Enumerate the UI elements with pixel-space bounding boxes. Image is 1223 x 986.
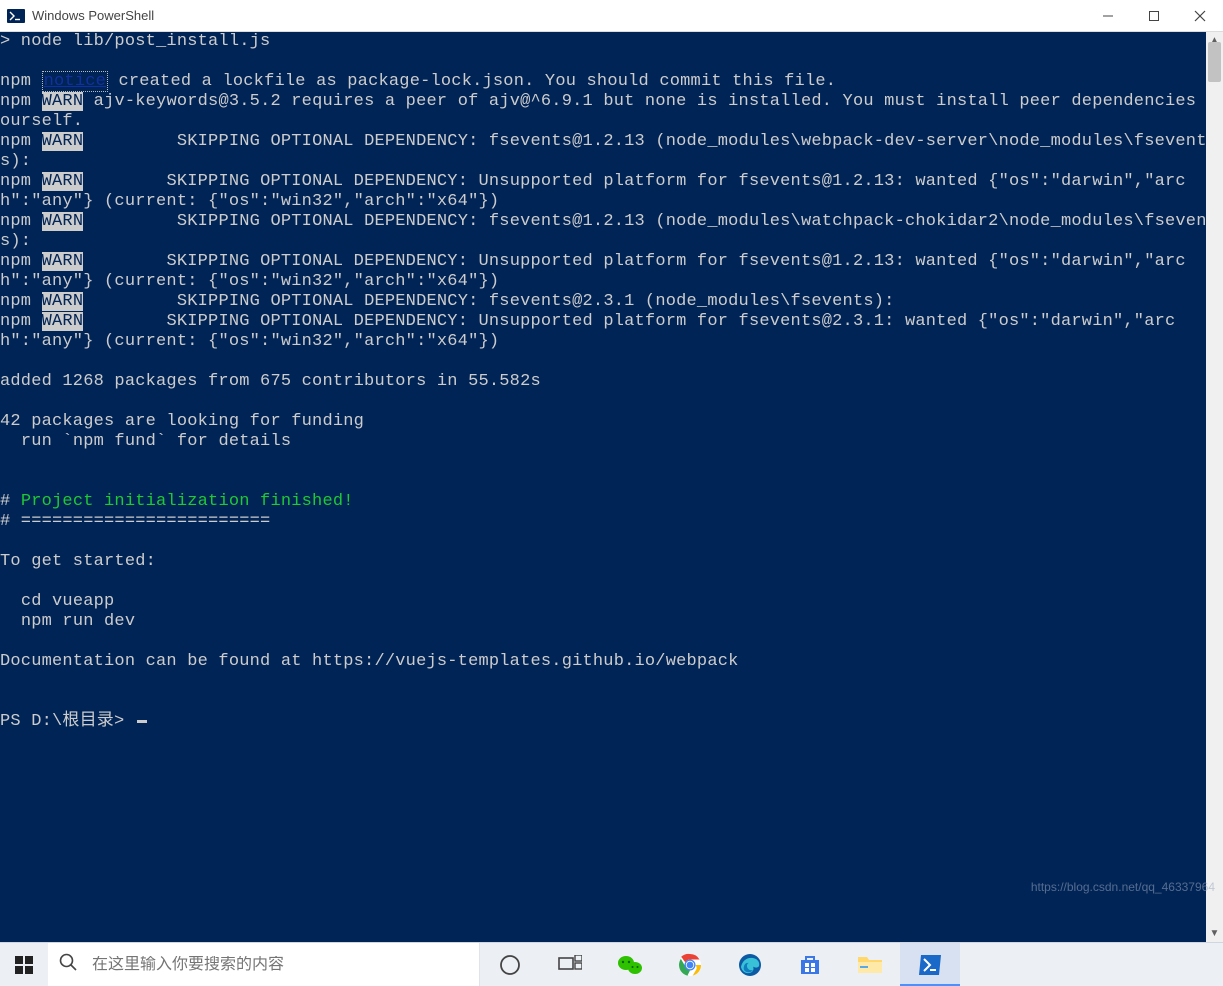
warn-tag: WARN (42, 252, 84, 271)
warn-tag: WARN (42, 312, 84, 331)
wechat-icon[interactable] (600, 943, 660, 986)
ps-prompt: PS D:\根目录> (0, 712, 135, 731)
npm-tag: npm (0, 292, 31, 311)
npm-tag: npm (0, 212, 31, 231)
terminal-output[interactable]: > node lib/post_install.js npm notice cr… (0, 32, 1223, 942)
search-icon (58, 952, 78, 977)
npm-tag: npm (0, 252, 31, 271)
npm-tag: npm (0, 72, 31, 91)
powershell-title-icon (6, 6, 26, 26)
docs-line: Documentation can be found at https://vu… (0, 652, 1223, 672)
scroll-down-arrow-icon[interactable]: ▼ (1206, 925, 1223, 942)
window-titlebar: Windows PowerShell (0, 0, 1223, 32)
minimize-button[interactable] (1085, 0, 1131, 32)
warn-tag: WARN (42, 212, 84, 231)
skip-msg: SKIPPING OPTIONAL DEPENDENCY: fsevents@1… (0, 212, 1217, 251)
ajv-msg: ajv-keywords@3.5.2 requires a peer of aj… (0, 92, 1217, 131)
window-title: Windows PowerShell (32, 8, 154, 23)
lockfile-msg: created a lockfile as package-lock.json.… (108, 72, 836, 91)
hash-line: # ======================== (0, 512, 1223, 532)
skip-msg: SKIPPING OPTIONAL DEPENDENCY: fsevents@1… (0, 132, 1207, 171)
search-input[interactable] (92, 956, 469, 974)
skip-msg: SKIPPING OPTIONAL DEPENDENCY: fsevents@2… (83, 292, 894, 311)
windows-taskbar (0, 942, 1223, 986)
start-button[interactable] (0, 943, 48, 986)
warn-tag: WARN (42, 132, 84, 151)
rundev-line: npm run dev (0, 612, 1223, 632)
notice-tag: notice (42, 71, 108, 92)
store-icon[interactable] (780, 943, 840, 986)
watermark-text: https://blog.csdn.net/qq_46337964 (1031, 880, 1215, 894)
warn-tag: WARN (42, 172, 84, 191)
powershell-taskbar-icon[interactable] (900, 943, 960, 986)
cursor (137, 720, 147, 723)
warn-tag: WARN (42, 292, 84, 311)
windows-logo-icon (15, 956, 33, 974)
chrome-icon[interactable] (660, 943, 720, 986)
project-init-msg: Project initialization finished! (21, 492, 354, 511)
funding-line: run `npm fund` for details (0, 432, 1223, 452)
command-line: > node lib/post_install.js (0, 32, 1223, 52)
added-line: added 1268 packages from 675 contributor… (0, 372, 1223, 392)
maximize-button[interactable] (1131, 0, 1177, 32)
funding-line: 42 packages are looking for funding (0, 412, 1223, 432)
npm-tag: npm (0, 132, 31, 151)
skip-msg: (current: {"os":"win32","arch":"x64"}) (94, 332, 500, 351)
warn-tag: WARN (42, 92, 84, 111)
taskbar-search[interactable] (48, 943, 480, 986)
npm-tag: npm (0, 312, 31, 331)
close-button[interactable] (1177, 0, 1223, 32)
get-started: To get started: (0, 552, 1223, 572)
hash: # (0, 492, 21, 511)
npm-tag: npm (0, 92, 31, 111)
scroll-thumb[interactable] (1208, 42, 1221, 82)
edge-icon[interactable] (720, 943, 780, 986)
vertical-scrollbar[interactable]: ▲ ▼ (1206, 32, 1223, 942)
task-view-icon[interactable] (540, 943, 600, 986)
skip-msg: (current: {"os":"win32","arch":"x64"}) (94, 272, 500, 291)
npm-tag: npm (0, 172, 31, 191)
skip-msg: (current: {"os":"win32","arch":"x64"}) (94, 192, 500, 211)
cortana-icon[interactable] (480, 943, 540, 986)
file-explorer-icon[interactable] (840, 943, 900, 986)
cd-line: cd vueapp (0, 592, 1223, 612)
